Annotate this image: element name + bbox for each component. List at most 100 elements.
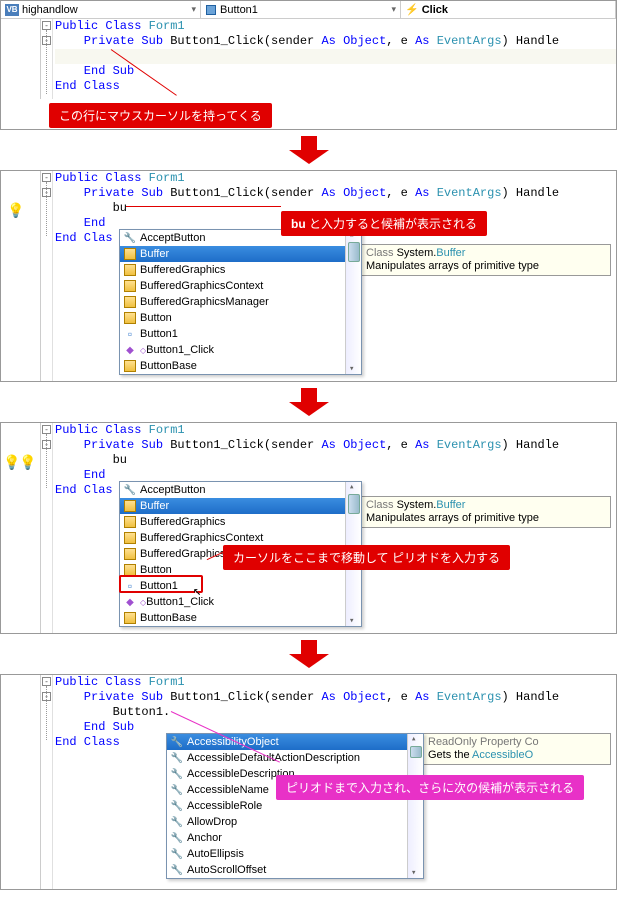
scroll-thumb[interactable] [348,242,360,262]
code-line: Private Sub Button1_Click(sender As Obje… [55,34,616,49]
class-icon [122,295,138,309]
scroll-thumb[interactable] [410,746,422,758]
lightbulb-icon[interactable]: 💡 [7,203,24,219]
project-dropdown[interactable]: VB highandlow ▾ [1,1,201,18]
callout-3: カーソルをここまで移動して ピリオドを入力する [223,545,510,570]
bolt-icon: ⚡ [405,3,419,16]
intellisense-item-selected[interactable]: Buffer [120,498,345,514]
object-name: Button1 [220,4,258,16]
intellisense-item[interactable]: AllowDrop [167,814,407,830]
intellisense-item[interactable]: Button1 [120,326,345,342]
collapse-icon[interactable]: - [42,677,51,686]
collapse-icon[interactable]: - [42,425,51,434]
outline-column: - - [41,675,53,889]
gutter: 💡 💡 [1,423,41,633]
intellisense-item[interactable]: Button1 [120,578,345,594]
gutter [1,675,41,889]
class-icon [122,547,138,561]
class-icon [122,515,138,529]
code-line: End Sub [55,64,616,79]
intellisense-item[interactable]: BufferedGraphicsManager [120,294,345,310]
property-icon [169,799,185,813]
property-icon [169,847,185,861]
scrollbar[interactable] [407,734,423,878]
method-icon [122,595,138,609]
panel-1: VB highandlow ▾ Button1 ▾ ⚡ Click - - Pu… [0,0,617,130]
intellisense-item[interactable]: BufferedGraphicsContext [120,278,345,294]
code-line: Private Sub Button1_Click(sender As Obje… [55,690,616,705]
property-icon [122,483,138,497]
intellisense-item[interactable]: ButtonBase [120,358,345,374]
callout-1: この行にマウスカーソルを持ってくる [49,103,272,128]
code-line: Public Class Form1 [55,19,616,34]
vb-icon: VB [5,4,19,16]
intellisense-popup[interactable]: AccessibilityObject AccessibleDefaultAct… [166,733,424,879]
intellisense-item[interactable]: Button [120,310,345,326]
intellisense-item[interactable]: Button1_Click [120,342,345,358]
intellisense-item[interactable]: AccessibleDefaultActionDescription [167,750,407,766]
class-icon [122,247,138,261]
property-icon [169,831,185,845]
intellisense-item[interactable]: ButtonBase [120,610,345,626]
scroll-thumb[interactable] [348,494,360,514]
property-icon [169,863,185,877]
intellisense-item[interactable]: AcceptButton [120,482,345,498]
outline-column: - - [41,171,53,381]
gutter [1,19,41,99]
intellisense-list[interactable]: AcceptButton Buffer BufferedGraphics Buf… [120,230,345,374]
dropdown-arrow-icon: ▾ [191,4,196,15]
outline-column: - - [41,19,53,99]
event-name: Click [422,4,448,16]
intellisense-item[interactable]: BufferedGraphics [120,514,345,530]
code-line: Button1. [55,705,616,720]
code-lines[interactable]: Public Class Form1 Private Sub Button1_C… [53,19,616,99]
collapse-icon[interactable]: - [42,21,51,30]
class-icon [122,531,138,545]
method-icon [122,343,138,357]
dropdown-arrow-icon: ▾ [391,4,396,15]
intellisense-item[interactable]: BufferedGraphicsContext [120,530,345,546]
class-icon [122,359,138,373]
code-line: End Class [55,79,616,94]
property-icon [169,751,185,765]
callout-4: ピリオドまで入力され、さらに次の候補が表示される [276,775,584,800]
code-line [55,49,616,64]
lightbulb-icon[interactable]: 💡 [19,455,36,471]
collapse-icon[interactable]: - [42,173,51,182]
class-icon [122,563,138,577]
intellisense-popup[interactable]: AcceptButton Buffer BufferedGraphics Buf… [119,229,362,375]
property-icon [169,815,185,829]
intellisense-tooltip: ReadOnly Property Co Gets the Accessible… [423,733,611,765]
intellisense-tooltip: Class System.Buffer Manipulates arrays o… [361,244,611,276]
scrollbar[interactable] [345,230,361,374]
property-icon [122,231,138,245]
cursor-icon: ↖ [193,583,201,599]
object-dropdown[interactable]: Button1 ▾ [201,1,401,18]
outline-column: - - [41,423,53,633]
intellisense-item[interactable]: AutoScrollOffset [167,862,407,878]
intellisense-item[interactable]: AccessibleRole [167,798,407,814]
property-icon [169,783,185,797]
lightbulb-icon[interactable]: 💡 [3,455,20,471]
intellisense-item[interactable]: Anchor [167,830,407,846]
intellisense-item[interactable]: Button1_Click [120,594,345,610]
intellisense-item[interactable]: BufferedGraphics [120,262,345,278]
panel-3: 💡 💡 - - Public Class Form1 Private Sub B… [0,422,617,634]
intellisense-item-selected[interactable]: Buffer [120,246,345,262]
code-area[interactable]: - - Public Class Form1 Private Sub Butto… [1,19,616,99]
intellisense-list[interactable]: AccessibilityObject AccessibleDefaultAct… [167,734,407,878]
intellisense-item-selected[interactable]: AccessibilityObject [167,734,407,750]
toolbar: VB highandlow ▾ Button1 ▾ ⚡ Click [1,1,616,19]
red-arrow-down-icon [289,640,329,668]
event-dropdown[interactable]: ⚡ Click [401,1,616,18]
code-line: Private Sub Button1_Click(sender As Obje… [55,186,616,201]
intellisense-item[interactable]: AutoEllipsis [167,846,407,862]
class-icon [122,279,138,293]
property-icon [169,767,185,781]
code-line: Public Class Form1 [55,675,616,690]
intellisense-tooltip: Class System.Buffer Manipulates arrays o… [361,496,611,528]
code-line: Public Class Form1 [55,423,616,438]
code-line: bu [55,453,616,468]
red-arrow-down-icon [289,388,329,416]
field-icon [122,327,138,341]
